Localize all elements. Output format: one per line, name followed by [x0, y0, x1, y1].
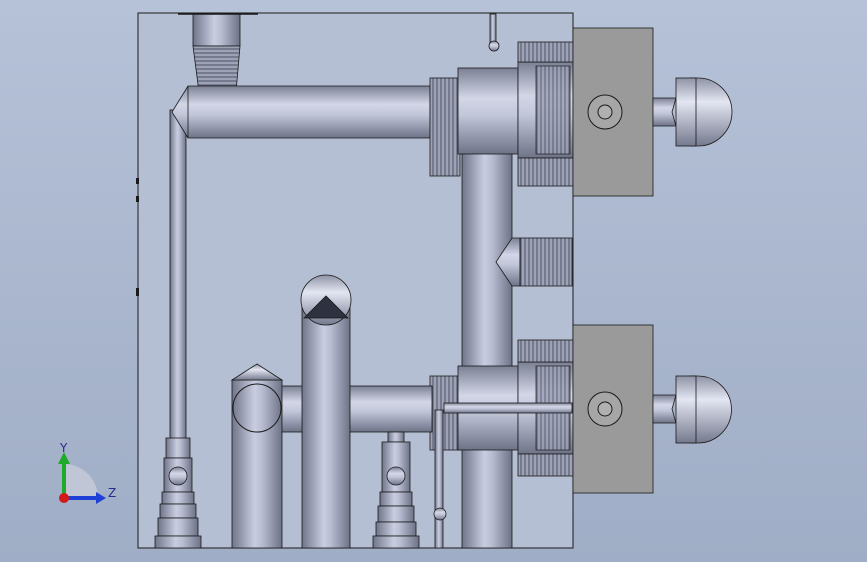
central-riser-pipe[interactable]: [461, 149, 513, 549]
upper-motor-housing[interactable]: [572, 27, 733, 197]
short-vent-pipe[interactable]: [230, 363, 284, 549]
axis-triad-icon: Y Z: [58, 441, 116, 504]
upper-horizontal-pipe[interactable]: [171, 85, 431, 139]
upper-pipe-thread-collar[interactable]: [429, 77, 461, 177]
lower-motor-housing[interactable]: [572, 324, 732, 494]
graphics-viewport[interactable]: Y Z: [0, 0, 867, 562]
assembly-model[interactable]: [0, 0, 867, 562]
y-axis-label: Y: [59, 441, 68, 455]
z-axis-label: Z: [108, 486, 116, 500]
tall-vent-pipe[interactable]: [300, 274, 352, 549]
riser-side-nozzle[interactable]: [495, 237, 573, 287]
